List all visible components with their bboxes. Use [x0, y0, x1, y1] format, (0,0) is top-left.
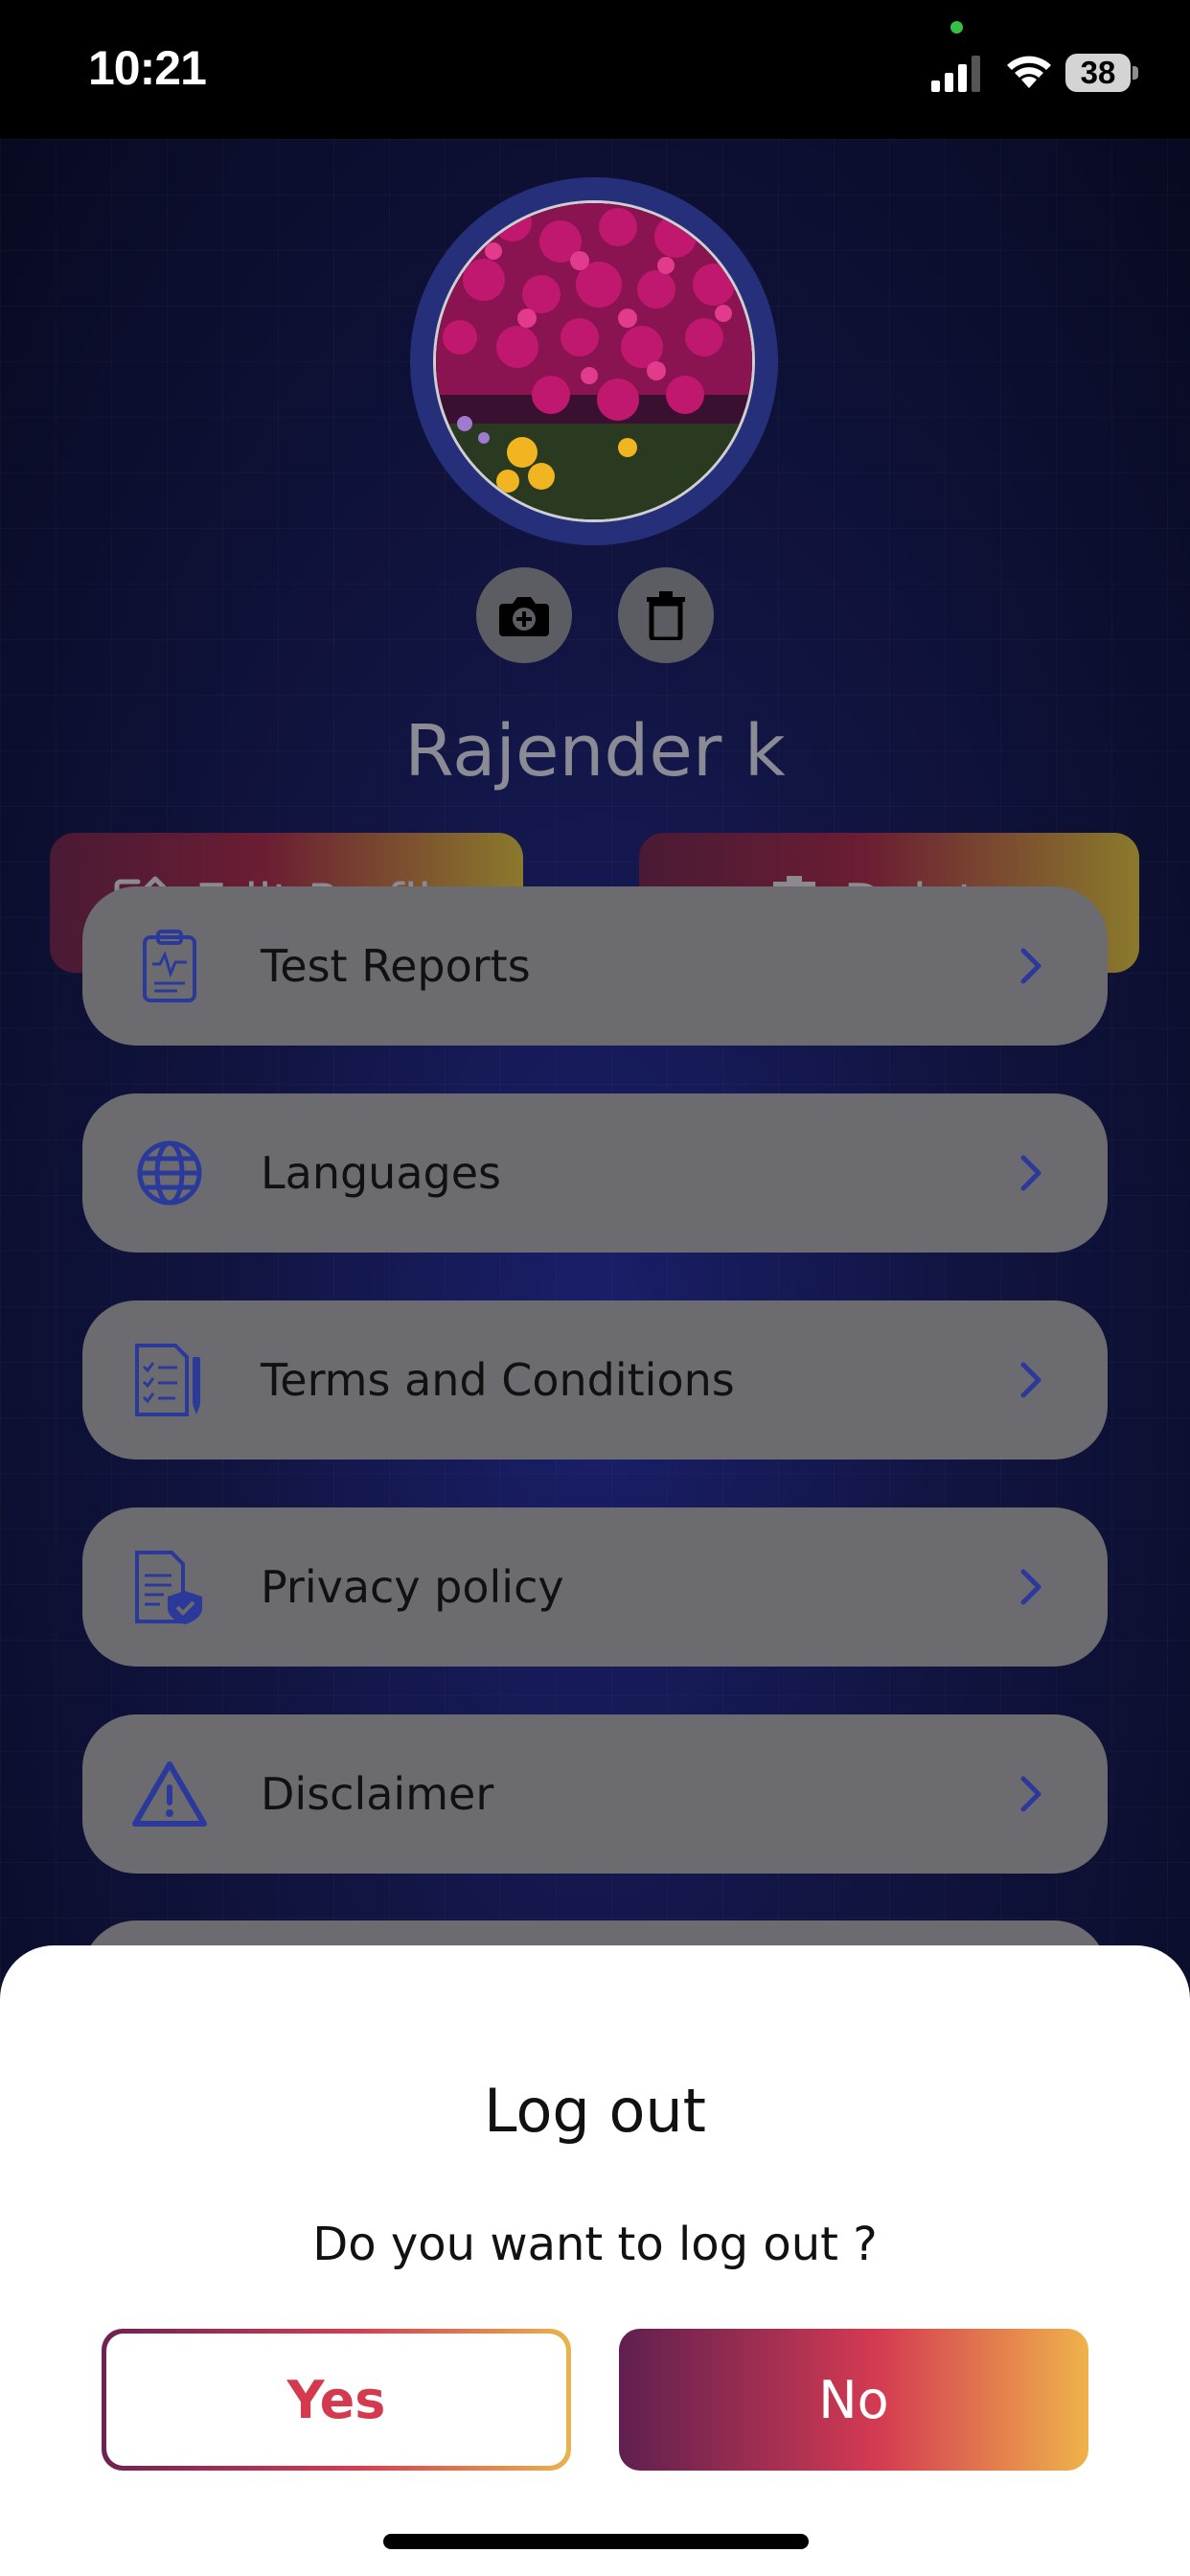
- menu-item-test-reports[interactable]: Test Reports: [82, 886, 1108, 1046]
- globe-icon: [126, 1130, 213, 1216]
- battery-level: 38: [1080, 55, 1116, 90]
- status-bar: 10:21 38: [0, 0, 1190, 139]
- menu-item-terms-and-conditions[interactable]: Terms and Conditions: [82, 1300, 1108, 1460]
- warning-triangle-icon: [126, 1751, 213, 1837]
- menu-item-label: Languages: [261, 1147, 501, 1199]
- chevron-right-icon: [1020, 1362, 1041, 1398]
- logout-yes-label: Yes: [106, 2334, 566, 2466]
- menu-item-label: Disclaimer: [261, 1768, 494, 1820]
- home-indicator[interactable]: [383, 2534, 809, 2549]
- menu-item-privacy-policy[interactable]: Privacy policy: [82, 1507, 1108, 1667]
- logout-message: Do you want to log out ?: [312, 2218, 878, 2271]
- logout-bottom-sheet: Log out Do you want to log out ? Yes No: [0, 1945, 1190, 2576]
- cellular-signal-icon: [931, 56, 980, 92]
- menu-item-languages[interactable]: Languages: [82, 1093, 1108, 1253]
- camera-icon: [499, 597, 549, 636]
- document-shield-icon: [126, 1544, 213, 1630]
- chevron-right-icon: [1020, 1776, 1041, 1812]
- remove-photo-button[interactable]: [618, 567, 714, 663]
- change-photo-button[interactable]: [476, 567, 572, 663]
- logout-no-button[interactable]: No: [619, 2329, 1088, 2471]
- chevron-right-icon: [1020, 1569, 1041, 1605]
- logout-no-label: No: [818, 2369, 889, 2430]
- chevron-right-icon: [1020, 1155, 1041, 1191]
- trash-icon: [647, 591, 685, 640]
- chevron-right-icon: [1020, 948, 1041, 984]
- clipboard-report-icon: [126, 923, 213, 1009]
- avatar[interactable]: [433, 200, 755, 522]
- status-time: 10:21: [88, 41, 207, 95]
- logout-title: Log out: [484, 2076, 706, 2146]
- menu-item-label: Terms and Conditions: [261, 1354, 735, 1406]
- privacy-indicator-dot: [950, 21, 963, 34]
- menu-item-label: Privacy policy: [261, 1561, 564, 1613]
- wifi-icon: [1007, 56, 1051, 88]
- checklist-document-icon: [126, 1337, 213, 1423]
- menu-item-disclaimer[interactable]: Disclaimer: [82, 1714, 1108, 1874]
- avatar-ring: [410, 177, 778, 545]
- avatar-flowers-image: [436, 203, 752, 519]
- menu-item-label: Test Reports: [261, 940, 531, 992]
- battery-indicator: 38: [1065, 54, 1138, 92]
- profile-name: Rajender k: [404, 710, 786, 793]
- logout-yes-button[interactable]: Yes: [102, 2329, 571, 2471]
